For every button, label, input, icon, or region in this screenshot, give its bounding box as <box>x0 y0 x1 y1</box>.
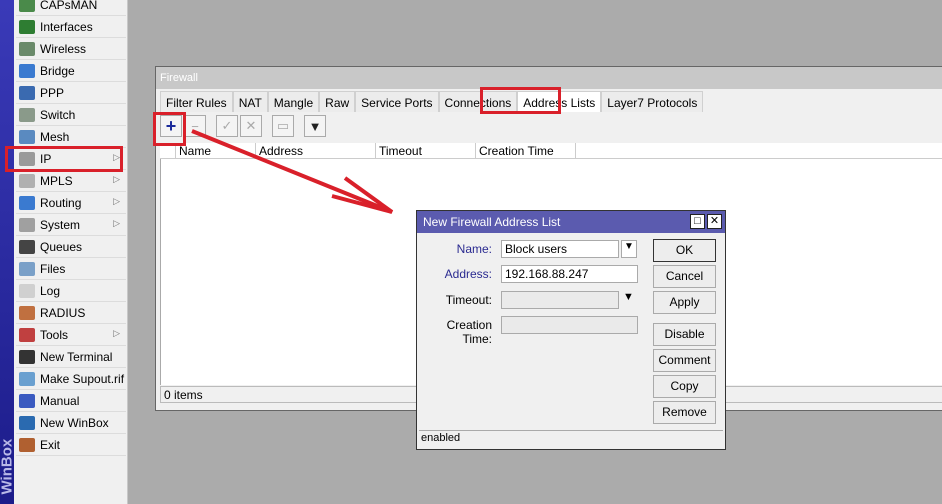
creation-time-label: Creation Time: <box>446 318 492 346</box>
ok-button[interactable]: OK <box>653 239 716 262</box>
dialog-status: enabled <box>419 430 723 447</box>
creation-time-field <box>501 316 638 334</box>
cancel-button[interactable]: Cancel <box>653 265 716 288</box>
comment-button[interactable]: Comment <box>653 349 716 372</box>
name-label: Name: <box>456 242 492 256</box>
address-field[interactable]: 192.168.88.247 <box>501 265 638 283</box>
close-icon[interactable]: ✕ <box>707 214 722 229</box>
apply-button[interactable]: Apply <box>653 291 716 314</box>
name-field[interactable]: Block users <box>501 240 619 258</box>
timeout-label: Timeout: <box>445 293 492 307</box>
remove-button[interactable]: Remove <box>653 401 716 424</box>
name-dropdown-icon[interactable]: ▼ <box>621 240 637 258</box>
copy-button[interactable]: Copy <box>653 375 716 398</box>
dialog-title: New Firewall Address List <box>423 215 561 229</box>
maximize-icon[interactable]: □ <box>690 214 705 229</box>
timeout-field[interactable] <box>501 291 619 309</box>
address-label: Address: <box>444 267 492 281</box>
disable-button[interactable]: Disable <box>653 323 716 346</box>
timeout-dropdown-icon[interactable]: ▼ <box>623 291 634 303</box>
new-address-list-dialog: New Firewall Address List □ ✕ Name: Bloc… <box>416 210 726 450</box>
